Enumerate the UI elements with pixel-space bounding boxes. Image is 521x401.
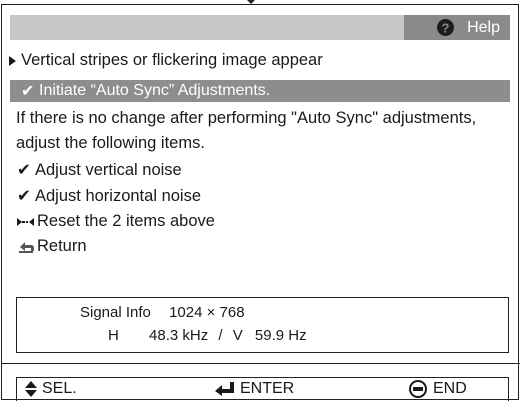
sel-hint: SEL. — [25, 380, 77, 398]
enter-label: ENTER — [240, 380, 295, 397]
title-bar: ? Help — [10, 15, 510, 40]
menu-item-vertical-noise[interactable]: ✔ Adjust vertical noise — [17, 160, 182, 180]
signal-frequency-line: H 48.3 kHz / V 59.9 Hz — [108, 327, 307, 344]
checkmark-icon: ✔ — [21, 83, 35, 100]
question-circle-icon: ? — [437, 19, 455, 36]
sel-label: SEL. — [42, 380, 77, 397]
help-label: Help — [467, 18, 500, 36]
enter-arrow-icon — [215, 382, 234, 396]
enter-hint: ENTER — [215, 380, 294, 398]
help-button[interactable]: ? Help — [404, 15, 510, 40]
up-down-arrows-icon — [25, 381, 37, 397]
signal-info-line: Signal Info 1024 × 768 — [80, 304, 245, 321]
menu-item-label: Reset the 2 items above — [37, 212, 215, 230]
return-arrow-icon — [19, 241, 34, 253]
v-frequency: 59.9 Hz — [254, 327, 307, 344]
menu-item-auto-sync-label: Initiate “Auto Sync” Adjustments. — [39, 82, 271, 99]
frequency-separator: / — [218, 327, 223, 344]
menu-item-auto-sync[interactable]: ✔ Initiate “Auto Sync” Adjustments. — [10, 80, 510, 102]
checkmark-icon: ✔ — [17, 161, 31, 179]
divider — [2, 363, 520, 364]
triangle-right-icon — [9, 55, 16, 66]
section-title-text: Vertical stripes or flickering image app… — [21, 51, 323, 69]
menu-item-label: Adjust horizontal noise — [35, 186, 202, 205]
reset-arrows-icon — [17, 217, 34, 226]
signal-resolution: 1024 × 768 — [169, 304, 245, 321]
end-hint: END — [408, 380, 467, 398]
h-frequency: 48.3 kHz — [149, 327, 209, 344]
menu-item-reset[interactable]: Reset the 2 items above — [17, 212, 215, 231]
menu-item-label: Adjust vertical noise — [35, 160, 182, 179]
end-label: END — [433, 380, 467, 397]
description-text: If there is no change after performing "… — [16, 109, 477, 152]
footer-bar: SEL. ENTER END — [16, 377, 509, 401]
section-title: Vertical stripes or flickering image app… — [8, 51, 323, 70]
signal-info-label: Signal Info — [80, 304, 151, 321]
menu-item-horizontal-noise[interactable]: ✔ Adjust horizontal noise — [17, 186, 201, 206]
svg-text:?: ? — [442, 20, 450, 35]
menu-item-label: Return — [37, 237, 87, 255]
osd-screen: ? Help Vertical stripes or flickering im… — [1, 4, 520, 401]
end-button-icon — [409, 380, 427, 398]
checkmark-icon: ✔ — [17, 187, 31, 205]
signal-info-panel: Signal Info 1024 × 768 H 48.3 kHz / V 59… — [16, 297, 509, 353]
menu-item-return[interactable]: Return — [17, 237, 87, 256]
h-label: H — [108, 327, 119, 344]
v-label: V — [232, 327, 243, 344]
